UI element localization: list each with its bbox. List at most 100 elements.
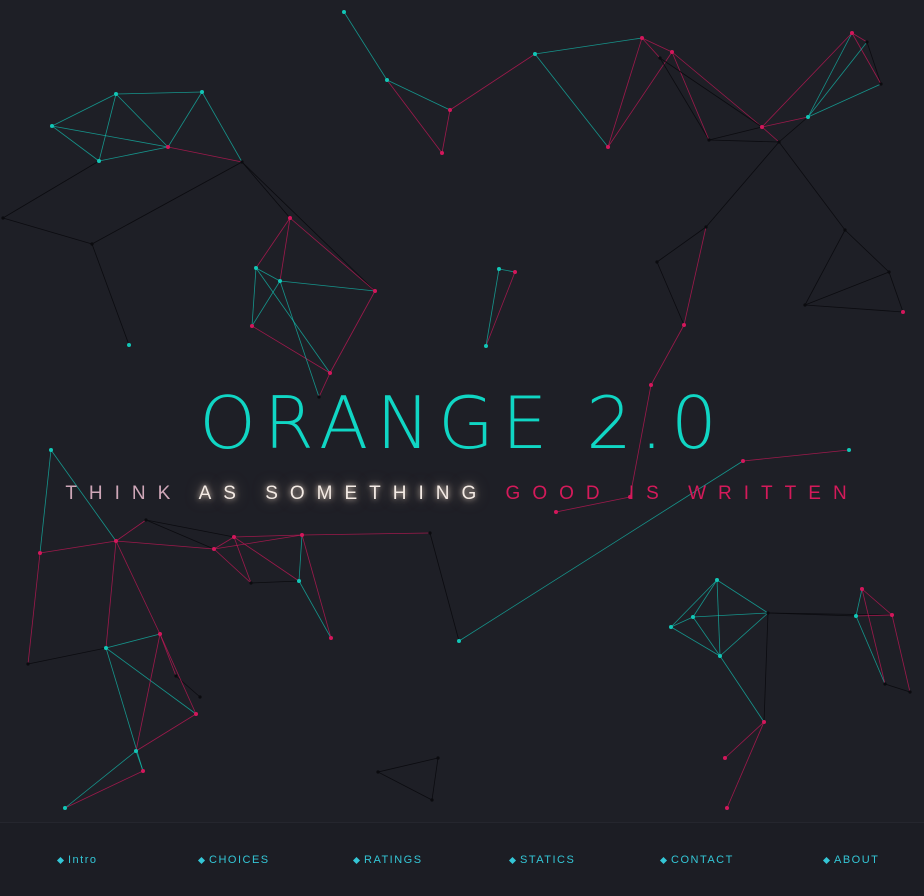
network-link [255, 267, 331, 374]
network-link [807, 41, 868, 118]
diamond-icon [352, 856, 361, 864]
network-node [198, 695, 202, 699]
network-link [115, 519, 147, 542]
network-link [855, 588, 863, 617]
hero-section: ORANGE 2.0 THINK AS SOMETHING GOOD IS WR… [0, 378, 924, 506]
nav-item-label: ABOUT [834, 854, 880, 866]
network-node [297, 579, 301, 583]
network-node [554, 510, 558, 514]
network-link [159, 633, 197, 715]
network-link [656, 261, 685, 326]
network-link [763, 612, 769, 723]
network-link [213, 534, 303, 550]
network-node [854, 614, 858, 618]
network-link [2, 217, 93, 245]
network-node [860, 587, 864, 591]
network-link [167, 146, 243, 163]
nav-item-label: CHOICES [209, 854, 270, 866]
tagline-word: SOMETHING [265, 483, 489, 504]
network-link [298, 534, 303, 582]
network-node [254, 266, 258, 270]
diamond-icon [659, 856, 668, 864]
network-link [671, 51, 763, 128]
network-node [865, 40, 869, 44]
network-node [144, 518, 148, 522]
network-node [762, 720, 766, 724]
network-link [377, 771, 433, 801]
network-link [233, 536, 300, 582]
network-node [288, 216, 292, 220]
network-link [670, 616, 694, 628]
network-link [708, 126, 763, 141]
network-node [725, 806, 729, 810]
network-node [777, 140, 781, 144]
network-link [429, 532, 460, 642]
network-link [441, 109, 451, 154]
tagline-word: AS [198, 483, 248, 504]
network-link [301, 532, 431, 536]
network-link [726, 721, 765, 809]
network-link [27, 647, 107, 665]
nav-item-contact[interactable]: CONTACT [659, 854, 734, 866]
network-link [650, 324, 685, 386]
network-link [719, 612, 769, 657]
network-link [498, 268, 516, 273]
network-link [255, 267, 281, 282]
network-link [213, 548, 252, 584]
nav-item-about[interactable]: ABOUT [822, 854, 880, 866]
network-link [241, 161, 291, 219]
network-link [51, 125, 100, 162]
network-node [843, 228, 847, 232]
network-node [723, 756, 727, 760]
nav-item-label: RATINGS [364, 854, 423, 866]
nav-item-statics[interactable]: STATICS [508, 854, 575, 866]
network-node [376, 770, 380, 774]
network-link [659, 57, 710, 141]
network-link [105, 647, 197, 715]
network-node [655, 260, 659, 264]
network-link [861, 588, 893, 616]
network-node [212, 547, 216, 551]
diamond-icon [56, 856, 65, 864]
network-node [430, 798, 434, 802]
network-node [63, 806, 67, 810]
network-link [534, 37, 643, 55]
network-link [659, 57, 763, 128]
network-link [534, 53, 609, 148]
network-node [166, 145, 170, 149]
network-link [343, 11, 388, 81]
network-link [115, 540, 161, 635]
network-link [607, 37, 643, 148]
network-link [115, 540, 215, 550]
network-node [691, 615, 695, 619]
network-node [707, 138, 711, 142]
network-link [105, 647, 144, 772]
network-node [194, 712, 198, 716]
network-link [683, 226, 707, 326]
network-node [850, 31, 854, 35]
nav-item-intro[interactable]: Intro [56, 854, 98, 866]
network-node [457, 639, 461, 643]
nav-item-ratings[interactable]: RATINGS [352, 854, 423, 866]
tagline-word: IS [628, 483, 671, 504]
network-link [386, 79, 451, 111]
network-link [167, 91, 203, 148]
network-node [887, 270, 891, 274]
network-link [861, 588, 886, 685]
network-node [104, 646, 108, 650]
network-node [640, 36, 644, 40]
network-node [883, 682, 887, 686]
tagline-word: GOOD [505, 483, 612, 504]
network-link [301, 534, 332, 639]
network-link [705, 141, 780, 228]
network-link [670, 626, 721, 657]
network-node [484, 344, 488, 348]
network-node [97, 159, 101, 163]
network-link [386, 79, 443, 154]
network-node [658, 56, 662, 60]
network-link [670, 579, 718, 628]
network-node [440, 151, 444, 155]
nav-item-choices[interactable]: CHOICES [197, 854, 270, 866]
network-link [671, 51, 710, 141]
network-node [278, 279, 282, 283]
